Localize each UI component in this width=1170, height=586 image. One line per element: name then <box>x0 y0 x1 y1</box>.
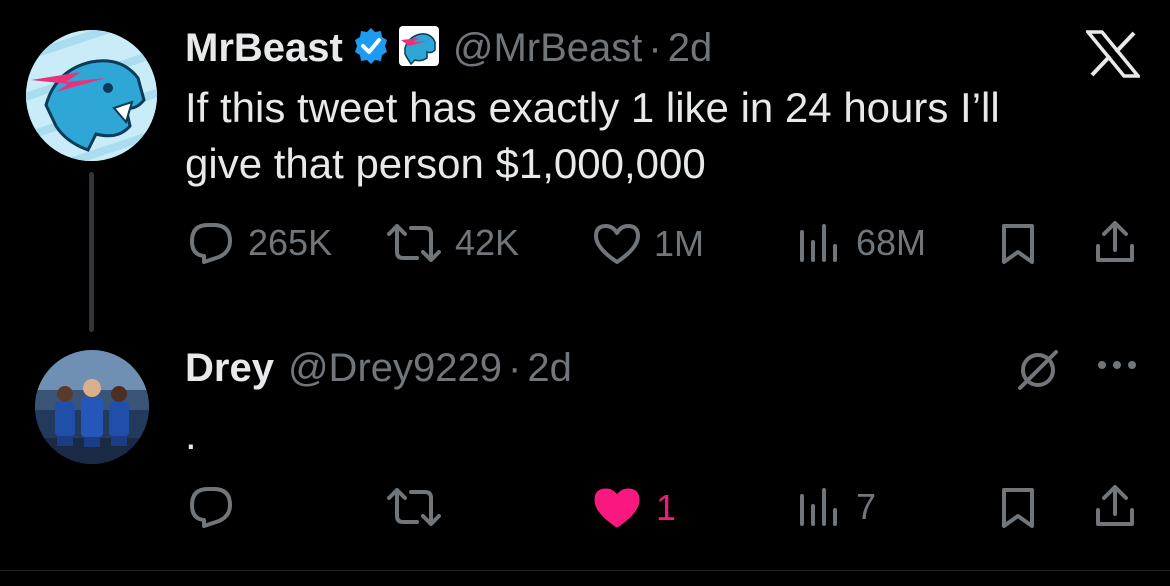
bookmark-icon <box>1002 224 1034 264</box>
tweet-header: MrBeast @MrBeast · 2d <box>185 24 713 73</box>
reply-author-handle[interactable]: @Drey9229 <box>288 346 502 391</box>
avatar-drey[interactable] <box>35 350 149 464</box>
mute-icon <box>1018 350 1058 390</box>
views-count: 68M <box>856 222 927 263</box>
separator-dot: · <box>648 25 662 70</box>
bookmark-icon <box>1002 488 1034 528</box>
author-handle[interactable]: @MrBeast <box>453 26 643 71</box>
mrbeast-logo-icon <box>26 30 157 161</box>
reply-repost-button[interactable] <box>385 486 443 528</box>
like-icon <box>594 224 640 264</box>
thread-line <box>89 172 94 332</box>
author-name[interactable]: MrBeast <box>185 26 343 71</box>
views-icon <box>800 224 837 262</box>
reply-icon <box>190 223 232 264</box>
like-count: 1M <box>654 223 705 264</box>
repost-count: 42K <box>455 222 520 263</box>
tweet-time[interactable]: 2d <box>668 26 713 71</box>
more-button[interactable] <box>1096 358 1138 372</box>
reply-text: . <box>185 411 197 458</box>
share-button[interactable] <box>1092 220 1138 266</box>
reply-views-count: 7 <box>856 486 877 527</box>
reply-share-button[interactable] <box>1092 484 1138 530</box>
tweet-text-line-1: If this tweet has exactly 1 like in 24 h… <box>185 84 1000 131</box>
reply-time[interactable]: 2d <box>527 346 572 391</box>
reply-like-count: 1 <box>656 487 677 528</box>
football-players-image <box>35 350 149 464</box>
verified-badge-icon <box>351 26 391 71</box>
reply-author-name[interactable]: Drey <box>185 346 274 391</box>
tweet-text: If this tweet has exactly 1 like in 24 h… <box>185 80 1085 192</box>
reply-icon <box>190 487 232 528</box>
x-logo-icon[interactable] <box>1084 30 1142 83</box>
reply-reply-button[interactable] <box>188 486 234 528</box>
repost-button[interactable]: 42K <box>385 222 519 264</box>
affiliate-badge-icon <box>397 24 441 73</box>
repost-icon <box>387 224 441 262</box>
like-filled-icon <box>594 488 640 528</box>
repost-icon <box>387 488 441 526</box>
reply-count: 265K <box>248 222 333 263</box>
mute-button[interactable] <box>1014 346 1062 394</box>
views-button[interactable]: 68M <box>796 222 926 264</box>
reply-header: Drey @Drey9229 · 2d <box>185 346 572 390</box>
avatar-mrbeast[interactable] <box>26 30 157 161</box>
reply-bookmark-button[interactable] <box>1000 486 1036 530</box>
share-icon <box>1096 221 1134 262</box>
more-icon <box>1098 361 1136 369</box>
reply-like-button[interactable]: 1 <box>592 486 676 530</box>
bookmark-button[interactable] <box>1000 222 1036 266</box>
tweet-text-line-2: give that person $1,000,000 <box>185 140 706 187</box>
like-button[interactable]: 1M <box>592 222 704 266</box>
reply-views-button[interactable]: 7 <box>796 486 876 528</box>
views-icon <box>800 488 837 526</box>
reply-button[interactable]: 265K <box>188 222 332 264</box>
bottom-divider <box>0 570 1170 571</box>
separator-dot: · <box>508 345 522 390</box>
share-icon <box>1096 485 1134 526</box>
